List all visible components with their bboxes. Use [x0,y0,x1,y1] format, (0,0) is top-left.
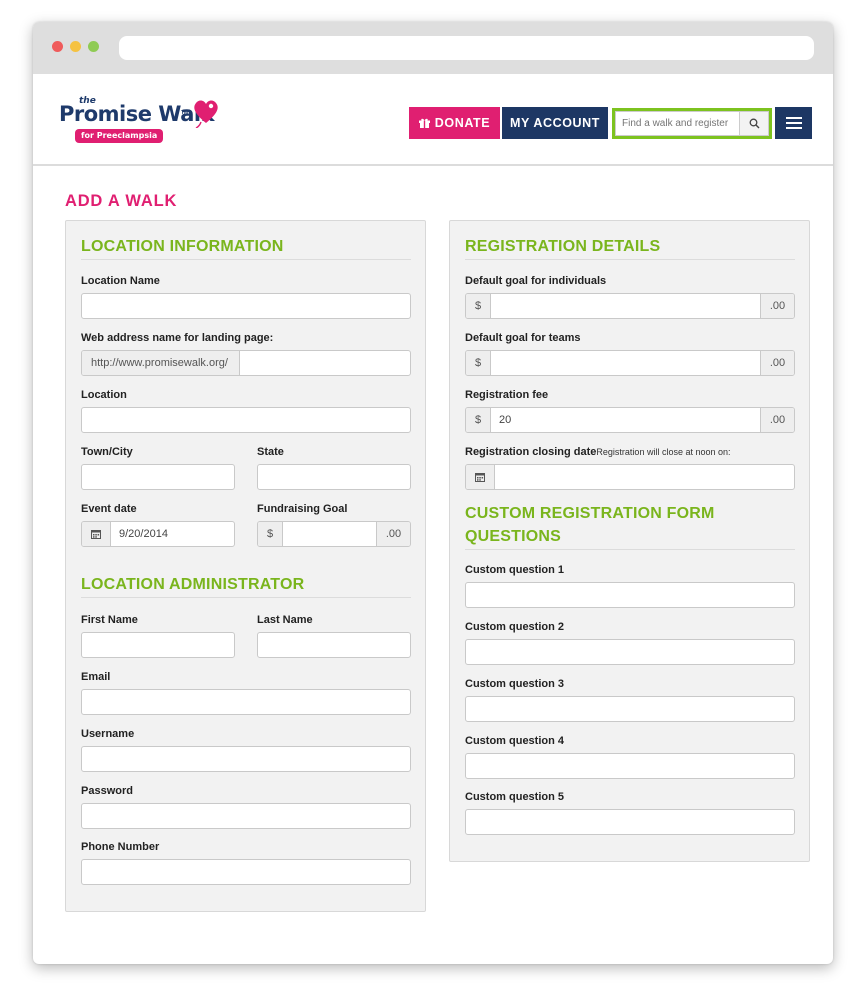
close-window-dot[interactable] [52,41,63,52]
my-account-label: MY ACCOUNT [509,116,601,130]
address-bar[interactable] [119,36,814,60]
custom-question-3-input[interactable] [465,696,795,722]
promise-walk-logo[interactable]: the Promise Walk TM for Preeclampsia [59,96,229,148]
registration-closing-label: Registration closing dateRegistration wi… [465,446,731,458]
calendar-icon[interactable] [82,522,111,546]
custom-question-2-input[interactable] [465,639,795,665]
registration-fee-label: Registration fee [465,389,549,401]
event-date-label: Event date [81,503,137,515]
menu-bar [785,117,802,119]
registration-details-heading: REGISTRATION DETAILS [465,235,795,260]
town-city-input[interactable] [81,464,235,490]
phone-number-label: Phone Number [81,841,160,853]
location-name-input[interactable] [81,293,411,319]
registration-closing-label-text: Registration closing date [465,446,597,458]
fundraising-goal-input[interactable] [283,522,376,546]
email-input[interactable] [81,689,411,715]
goal-teams-label: Default goal for teams [465,332,581,344]
location-administrator-heading: LOCATION ADMINISTRATOR [81,573,411,598]
dollar-addon: $ [466,351,491,375]
location-input[interactable] [81,407,411,433]
dollar-addon: $ [258,522,283,546]
custom-question-2-label: Custom question 2 [465,621,565,633]
custom-question-4-input[interactable] [465,753,795,779]
cents-addon: .00 [376,522,410,546]
location-panel: LOCATION INFORMATION Location Name Web a… [65,220,426,912]
custom-question-4-label: Custom question 4 [465,735,565,747]
town-city-label: Town/City [81,446,133,458]
dollar-addon: $ [466,294,491,318]
custom-question-5-label: Custom question 5 [465,791,565,803]
fundraising-goal-label: Fundraising Goal [257,503,348,515]
browser-window: the Promise Walk TM for Preeclampsia DON… [33,22,833,964]
goal-individuals-input-group: $ .00 [465,293,795,319]
goal-individuals-label: Default goal for individuals [465,275,607,287]
password-label: Password [81,785,133,797]
gift-icon [418,118,430,128]
registration-closing-note: Registration will close at noon on: [596,447,731,457]
minimize-window-dot[interactable] [70,41,81,52]
registration-panel: REGISTRATION DETAILS Default goal for in… [449,220,810,862]
event-date-input-group: 9/20/2014 [81,521,235,547]
registration-closing-input[interactable] [495,465,794,489]
last-name-label: Last Name [257,614,313,626]
donate-label: DONATE [434,116,491,130]
my-account-button[interactable]: MY ACCOUNT [502,107,608,139]
web-address-label: Web address name for landing page: [81,332,274,344]
phone-number-input[interactable] [81,859,411,885]
custom-question-3-label: Custom question 3 [465,678,565,690]
username-label: Username [81,728,135,740]
hamburger-menu-button[interactable] [775,107,812,139]
cents-addon: .00 [760,294,794,318]
search-box [612,108,772,139]
state-label: State [257,446,284,458]
first-name-input[interactable] [81,632,235,658]
custom-question-1-label: Custom question 1 [465,564,565,576]
page-title: ADD A WALK [65,192,178,210]
first-name-label: First Name [81,614,138,626]
heart-balloon-icon [194,100,218,128]
custom-questions-heading: CUSTOM REGISTRATION FORM QUESTIONS [465,502,795,550]
last-name-input[interactable] [257,632,411,658]
custom-question-5-input[interactable] [465,809,795,835]
registration-fee-input[interactable]: 20 [491,408,760,432]
web-address-input[interactable] [240,351,410,375]
search-icon [749,118,759,129]
maximize-window-dot[interactable] [88,41,99,52]
custom-questions-heading-line1: CUSTOM REGISTRATION FORM [465,505,715,522]
location-name-label: Location Name [81,275,160,287]
logo-tagline: for Preeclampsia [75,129,164,143]
calendar-icon[interactable] [466,465,495,489]
web-address-input-group: http://www.promisewalk.org/ [81,350,411,376]
password-input[interactable] [81,803,411,829]
goal-individuals-input[interactable] [491,294,760,318]
site-header: the Promise Walk TM for Preeclampsia DON… [33,74,833,166]
search-input[interactable] [615,111,739,136]
state-input[interactable] [257,464,411,490]
goal-teams-input[interactable] [491,351,760,375]
registration-closing-input-group [465,464,795,490]
username-input[interactable] [81,746,411,772]
menu-bar [785,122,802,124]
goal-teams-input-group: $ .00 [465,350,795,376]
custom-question-1-input[interactable] [465,582,795,608]
location-information-heading: LOCATION INFORMATION [81,235,411,260]
custom-questions-heading-line2: QUESTIONS [465,528,562,545]
cents-addon: .00 [760,408,794,432]
cents-addon: .00 [760,351,794,375]
web-address-prefix: http://www.promisewalk.org/ [82,351,240,375]
search-button[interactable] [739,111,769,136]
registration-fee-input-group: $ 20 .00 [465,407,795,433]
logo-trademark: TM [181,110,189,116]
email-label: Email [81,671,111,683]
menu-bar [785,127,802,129]
event-date-input[interactable]: 9/20/2014 [111,522,234,546]
dollar-addon: $ [466,408,491,432]
donate-button[interactable]: DONATE [409,107,500,139]
browser-chrome [33,22,833,74]
location-label: Location [81,389,127,401]
fundraising-goal-input-group: $ .00 [257,521,411,547]
